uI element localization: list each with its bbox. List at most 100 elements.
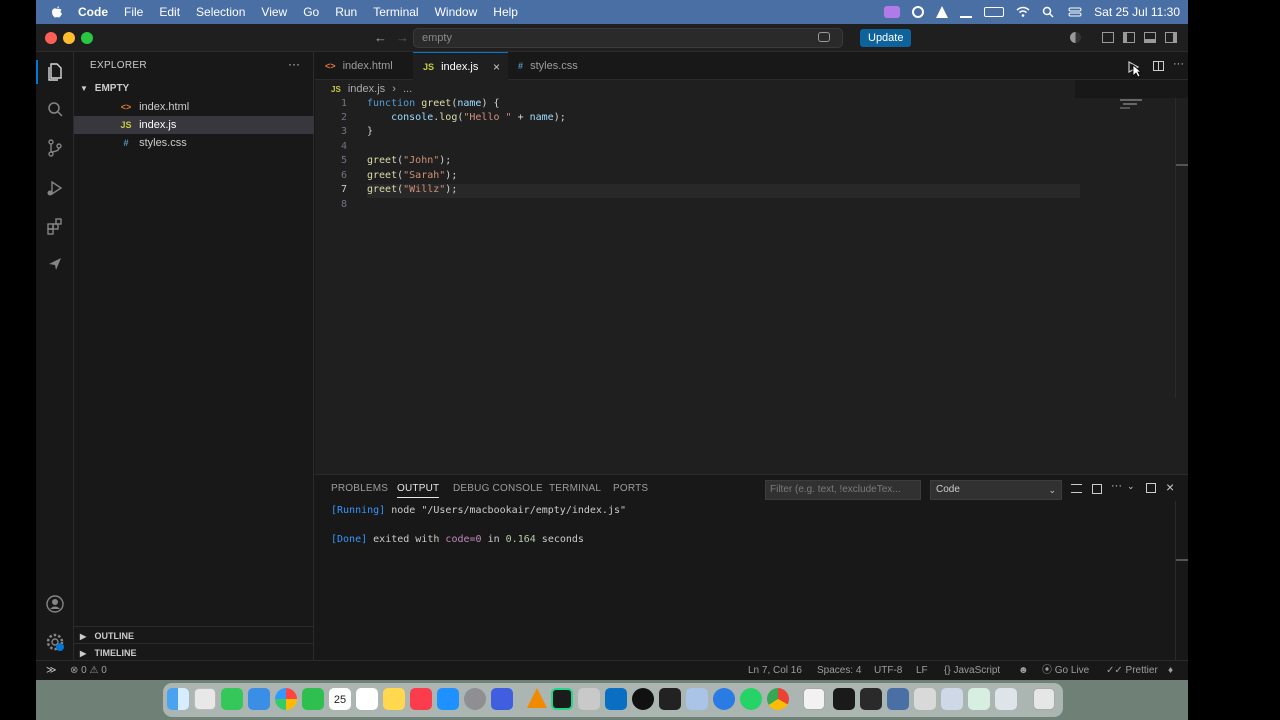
menu-file[interactable]: File — [116, 5, 151, 19]
manage-gear-icon[interactable] — [45, 632, 65, 652]
code-editor[interactable]: 1 2 3 4 5 6 7 8 function greet(name) { c… — [315, 98, 1188, 474]
spotlight-search-icon[interactable] — [1042, 6, 1056, 18]
source-control-icon[interactable] — [45, 138, 65, 158]
calendar-icon[interactable]: 25 — [329, 688, 351, 710]
tab-ports[interactable]: PORTS — [613, 483, 648, 494]
minimized-window-icon[interactable] — [914, 688, 936, 710]
tab-debug-console[interactable]: DEBUG CONSOLE — [453, 483, 543, 494]
quicktime-icon[interactable] — [713, 688, 735, 710]
launchpad-icon[interactable] — [194, 688, 216, 710]
copilot-icon[interactable] — [818, 32, 830, 42]
minimized-window-icon[interactable] — [968, 688, 990, 710]
remote-indicator-icon[interactable]: ≫ — [46, 661, 56, 680]
archive-utility-icon[interactable] — [578, 688, 600, 710]
minimized-window-icon[interactable] — [995, 688, 1017, 710]
tab-terminal[interactable]: TERMINAL — [549, 483, 601, 494]
accounts-icon[interactable] — [45, 594, 65, 614]
clear-output-icon[interactable] — [1071, 484, 1082, 493]
system-settings-icon[interactable] — [464, 688, 486, 710]
breadcrumb-symbol[interactable]: ... — [403, 83, 412, 95]
vlc-dock-icon[interactable] — [527, 688, 547, 708]
close-window-button[interactable] — [45, 32, 57, 44]
screen-record-icon[interactable] — [884, 6, 901, 18]
upload-icon[interactable] — [960, 6, 973, 18]
cursor-position[interactable]: Ln 7, Col 16 — [748, 661, 802, 680]
end-of-line[interactable]: LF — [916, 661, 928, 680]
go-live-button[interactable]: ⦿ Go Live — [1042, 661, 1089, 680]
back-arrow-icon[interactable]: ← — [374, 30, 387, 45]
terminal-window-icon[interactable] — [833, 688, 855, 710]
split-editor-icon[interactable] — [1153, 61, 1164, 71]
reminders-icon[interactable] — [356, 688, 378, 710]
editor-more-actions-icon[interactable]: ··· — [1173, 58, 1184, 70]
output-filter-input[interactable]: Filter (e.g. text, !excludeTex... — [765, 480, 921, 500]
wifi-icon[interactable] — [1016, 6, 1030, 18]
minimap[interactable] — [1120, 98, 1150, 110]
finder-icon[interactable] — [167, 688, 189, 710]
facetime-icon[interactable] — [302, 688, 324, 710]
github-desktop-icon[interactable] — [659, 688, 681, 710]
control-center-icon[interactable] — [1068, 6, 1082, 18]
tab-problems[interactable]: PROBLEMS — [331, 483, 388, 494]
tab-output[interactable]: OUTPUT — [397, 483, 440, 498]
problems-summary[interactable]: ⊗ 0 ⚠ 0 — [70, 661, 107, 680]
zoom-window-button[interactable] — [81, 32, 93, 44]
output-channel-select[interactable]: Code ⌄ — [930, 480, 1062, 500]
notifications-bell-icon[interactable]: ♦ — [1168, 661, 1173, 680]
minimized-window-icon[interactable] — [887, 688, 909, 710]
chrome-icon[interactable] — [767, 688, 789, 710]
explorer-icon[interactable] — [45, 62, 65, 82]
vscode-icon[interactable] — [605, 688, 627, 710]
copilot-status-icon[interactable]: ☻ — [1018, 661, 1029, 680]
toggle-primary-sidebar-icon[interactable] — [1123, 32, 1135, 43]
battery-icon[interactable] — [984, 7, 1005, 17]
outline-section[interactable]: ▶ OUTLINE — [74, 626, 314, 644]
menu-go[interactable]: Go — [295, 5, 327, 19]
mail-icon[interactable] — [248, 688, 270, 710]
encoding[interactable]: UTF-8 — [874, 661, 902, 680]
menubar-clock[interactable]: Sat 25 Jul 11:30 — [1094, 5, 1180, 19]
minimized-window-icon[interactable] — [860, 688, 882, 710]
app-store-icon[interactable] — [437, 688, 459, 710]
chatgpt-icon[interactable] — [632, 688, 654, 710]
menu-run[interactable]: Run — [327, 5, 365, 19]
toggle-secondary-sidebar-icon[interactable] — [1165, 32, 1177, 43]
close-tab-icon[interactable]: × — [493, 53, 500, 81]
photos-icon[interactable] — [275, 688, 297, 710]
music-icon[interactable] — [410, 688, 432, 710]
lock-scroll-icon[interactable] — [1092, 484, 1102, 494]
file-index-html[interactable]: <> index.html — [74, 98, 314, 116]
close-panel-icon[interactable]: × — [1166, 479, 1174, 495]
file-index-js[interactable]: JS index.js — [74, 116, 314, 134]
tab-index-html[interactable]: <> index.html — [315, 52, 413, 80]
vlc-icon[interactable] — [936, 6, 949, 18]
extensions-icon[interactable] — [45, 216, 65, 236]
run-and-debug-icon[interactable] — [45, 178, 65, 198]
language-mode[interactable]: {} JavaScript — [944, 661, 1000, 680]
pycharm-icon[interactable] — [551, 688, 573, 710]
more-actions-icon[interactable]: ··· — [288, 57, 300, 71]
panel-more-actions-icon[interactable]: ··· — [1111, 480, 1122, 492]
breadcrumb-file[interactable]: index.js — [344, 83, 385, 95]
search-icon[interactable] — [45, 100, 65, 120]
file-styles-css[interactable]: # styles.css — [74, 134, 314, 152]
timeline-section[interactable]: ▶ TIMELINE — [74, 643, 314, 661]
prettier-status[interactable]: ✓✓ Prettier — [1106, 661, 1158, 680]
accounts-toggle-icon[interactable] — [1070, 32, 1081, 43]
document-icon[interactable] — [803, 688, 825, 710]
trash-icon[interactable] — [1033, 688, 1055, 710]
menu-edit[interactable]: Edit — [151, 5, 188, 19]
panel-scrollbar[interactable] — [1175, 501, 1188, 661]
minimize-window-button[interactable] — [63, 32, 75, 44]
sync-icon[interactable] — [912, 6, 925, 18]
docs-icon[interactable] — [491, 688, 513, 710]
forward-arrow-icon[interactable]: → — [396, 30, 409, 45]
editor-scrollbar[interactable] — [1175, 98, 1188, 398]
command-center-search[interactable]: empty — [413, 28, 843, 48]
tab-index-js[interactable]: JS index.js × — [413, 52, 508, 80]
update-button[interactable]: Update — [860, 29, 912, 47]
folder-empty[interactable]: ▼ EMPTY — [74, 80, 314, 98]
customize-layout-icon[interactable] — [1102, 32, 1114, 43]
menu-view[interactable]: View — [253, 5, 295, 19]
whatsapp-icon[interactable] — [740, 688, 762, 710]
